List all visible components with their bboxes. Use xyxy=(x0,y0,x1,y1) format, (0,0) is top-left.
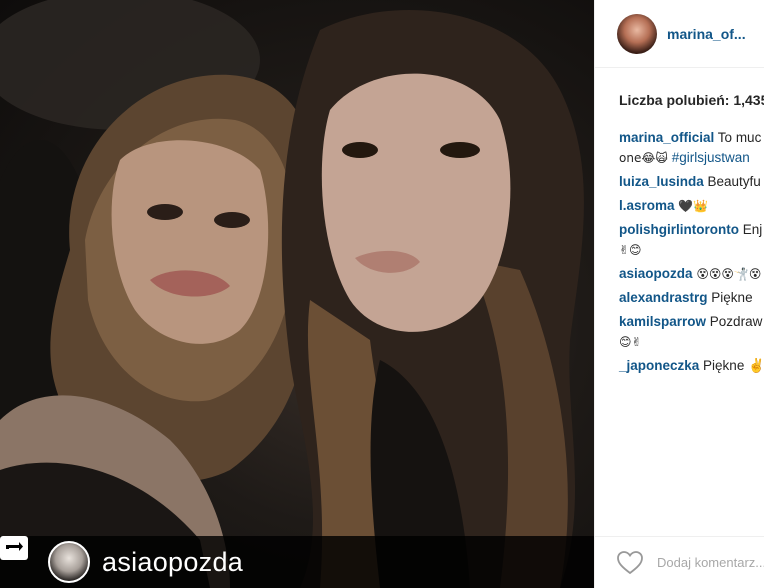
likes-count[interactable]: Liczba polubień: 1,435 xyxy=(619,92,764,108)
author-username-link[interactable]: marina_of... xyxy=(667,26,746,42)
comment-text: Beautyfu xyxy=(703,174,761,189)
repost-bar: asiaopozda xyxy=(0,536,594,588)
repost-avatar xyxy=(48,541,90,583)
comment-text: Piękne ✌ xyxy=(699,358,764,373)
post-header: marina_of... xyxy=(595,0,764,68)
comment-item: luiza_lusinda Beautyfu xyxy=(619,172,764,192)
heart-icon[interactable] xyxy=(617,550,643,575)
comments-list: marina_official To muc one😂🙀 #girlsjustw… xyxy=(619,128,764,380)
hashtag-link[interactable]: #girlsjustwan xyxy=(672,150,750,165)
comment-author-link[interactable]: _japoneczka xyxy=(619,358,699,373)
comment-text: 😊✌ xyxy=(619,335,642,349)
comment-item: l.asroma 🖤👑 xyxy=(619,196,764,216)
comment-author-link[interactable]: asiaopozda xyxy=(619,266,693,281)
comment-author-link[interactable]: polishgirlintoronto xyxy=(619,222,739,237)
comment-item: polishgirlintoronto Enj ✌😊 xyxy=(619,220,764,260)
comment-author-link[interactable]: luiza_lusinda xyxy=(619,174,704,189)
comment-author-link[interactable]: l.asroma xyxy=(619,198,675,213)
comment-item: marina_official To muc one😂🙀 #girlsjustw… xyxy=(619,128,764,168)
comment-text: Piękne xyxy=(707,290,753,305)
comment-text: To muc xyxy=(714,130,762,145)
comment-item: kamilsparrow Pozdraw 😊✌ xyxy=(619,312,764,352)
add-comment-input[interactable] xyxy=(657,555,764,570)
repost-username: asiaopozda xyxy=(102,546,244,577)
comment-item: asiaopozda 😵😵😵🤺😵 xyxy=(619,264,764,284)
comment-item: _japoneczka Piękne ✌ xyxy=(619,356,764,376)
comment-author-link[interactable]: kamilsparrow xyxy=(619,314,706,329)
user-avatar[interactable] xyxy=(617,13,657,54)
repost-icon xyxy=(0,536,38,575)
comment-text: one😂🙀 xyxy=(619,151,672,165)
comment-author-link[interactable]: alexandrastrg xyxy=(619,290,708,305)
comment-text: Enj xyxy=(738,222,763,237)
photo-illustration xyxy=(0,0,584,588)
comment-text: ✌😊 xyxy=(619,243,642,257)
comment-text: 😵😵😵🤺😵 xyxy=(692,267,762,281)
comment-author-link[interactable]: marina_official xyxy=(619,130,714,145)
comment-text: Pozdraw xyxy=(706,314,763,329)
comment-text: 🖤👑 xyxy=(674,199,709,213)
post-footer xyxy=(595,536,764,588)
post-sidebar: marina_of... Liczba polubień: 1,435 mari… xyxy=(594,0,764,588)
comment-item: alexandrastrg Piękne xyxy=(619,288,764,308)
post-photo[interactable]: asiaopozda xyxy=(0,0,594,588)
